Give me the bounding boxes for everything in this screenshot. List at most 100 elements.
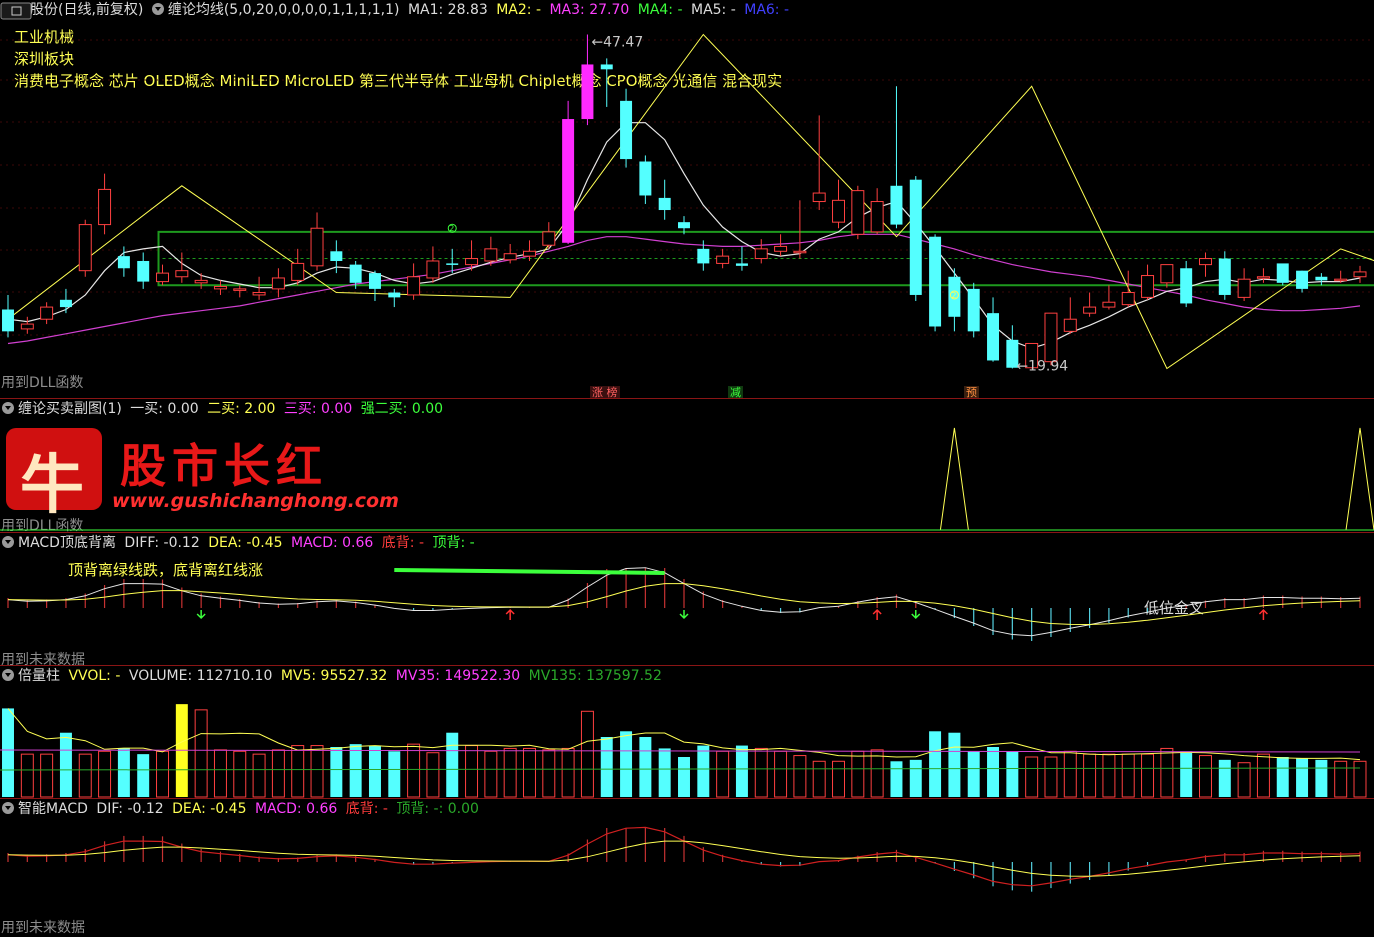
volume-bar xyxy=(156,750,170,798)
candle-body xyxy=(735,263,748,266)
volume-bar xyxy=(851,750,865,798)
candle-body xyxy=(117,256,130,269)
low-price-label: ←19.94 xyxy=(1016,358,1068,374)
candle-body xyxy=(20,323,34,330)
candle-body xyxy=(407,276,421,296)
candle-body xyxy=(1121,292,1135,306)
candle-body xyxy=(175,270,189,278)
signal-arrow-icon xyxy=(505,608,515,620)
volume-bar xyxy=(542,749,556,798)
volume-bar xyxy=(330,747,343,797)
candle-body xyxy=(1315,276,1328,281)
volume-bar xyxy=(1006,751,1019,797)
signal-arrow-icon xyxy=(679,610,689,620)
volume-bar xyxy=(522,747,536,798)
volume-bar xyxy=(40,753,54,798)
candle-body xyxy=(620,100,633,160)
candle-body xyxy=(233,288,247,291)
signal-arrow-icon xyxy=(196,610,206,620)
candle-body xyxy=(522,250,536,257)
candle-body xyxy=(542,231,556,246)
candle-body xyxy=(929,236,942,327)
volume-bar xyxy=(929,731,942,797)
candle-body xyxy=(330,251,343,261)
signal-arrow-icon xyxy=(1258,608,1268,620)
volume-bar xyxy=(1198,755,1212,798)
candle-body xyxy=(2,309,14,332)
volume-bar xyxy=(465,745,479,798)
pivot-marker-text: 2 xyxy=(951,291,956,300)
candle-body xyxy=(426,260,440,279)
candle-body xyxy=(349,264,362,283)
top-divergence-line xyxy=(394,568,665,575)
candle-body xyxy=(40,306,54,320)
volume-bar xyxy=(890,761,903,797)
volume-bar xyxy=(832,760,846,798)
volume-bar xyxy=(1160,747,1174,798)
candle-body xyxy=(697,248,710,264)
volume-bar xyxy=(620,731,633,797)
volume-bar xyxy=(561,747,575,798)
candle-body xyxy=(1237,278,1251,298)
candle-body xyxy=(1353,271,1367,278)
volume-bar xyxy=(967,751,980,797)
candle-body xyxy=(851,190,865,235)
candle-body xyxy=(1044,312,1058,363)
chart-canvas[interactable]: ←47.47←19.94222 xyxy=(0,0,1374,937)
candle-body xyxy=(291,262,305,281)
volume-bar xyxy=(987,747,1000,797)
candle-body xyxy=(368,273,381,289)
chanlun-stroke-line xyxy=(7,33,1374,370)
candle-body xyxy=(446,263,459,265)
volume-bar xyxy=(291,745,305,798)
volume-bar xyxy=(754,747,768,798)
candle-body xyxy=(1296,270,1309,289)
volume-bar xyxy=(1276,757,1289,797)
candle-body xyxy=(909,179,922,295)
volume-bar xyxy=(349,744,362,797)
volume-bar xyxy=(793,755,807,798)
candle-body xyxy=(1102,301,1116,308)
candle-body xyxy=(98,188,112,226)
candle-body xyxy=(967,288,980,332)
volume-bar xyxy=(678,757,690,797)
volume-bar xyxy=(194,709,208,798)
candle-body xyxy=(754,248,768,260)
volume-bar xyxy=(948,732,961,797)
candle-body xyxy=(78,224,92,272)
candle-body xyxy=(1198,258,1212,266)
volume-bar xyxy=(59,732,72,797)
volume-bar xyxy=(368,745,381,797)
volume-bar xyxy=(1334,760,1348,798)
volume-bar xyxy=(446,732,459,797)
volume-bar xyxy=(658,748,671,797)
volume-bar xyxy=(870,749,884,798)
ma5-line xyxy=(7,122,1361,349)
buy-signal-spike xyxy=(939,427,969,531)
volume-bar xyxy=(310,745,324,798)
volume-bar xyxy=(78,753,92,798)
volume-bar xyxy=(600,737,613,797)
candle-body xyxy=(1334,278,1348,282)
candle-body xyxy=(600,64,613,70)
volume-bar xyxy=(1083,753,1097,798)
candle-body xyxy=(832,199,846,223)
candle-body xyxy=(1160,264,1174,284)
candle-body xyxy=(465,258,479,266)
signal-arrow-icon xyxy=(911,610,921,620)
pivot-marker-text: 2 xyxy=(449,224,454,233)
volume-bar xyxy=(812,760,826,798)
candle-body xyxy=(812,192,826,203)
buy-signal-spike xyxy=(1345,427,1374,531)
candle-body xyxy=(137,260,150,282)
volume-bar xyxy=(2,708,14,797)
volume-bar xyxy=(388,751,401,797)
candle-body xyxy=(562,119,575,243)
candle-body xyxy=(870,201,884,233)
volume-bar xyxy=(716,750,730,798)
candle-body xyxy=(1218,258,1231,295)
volume-bar xyxy=(117,748,130,797)
volume-bar xyxy=(909,759,922,797)
candle-body xyxy=(716,255,730,264)
volume-bar xyxy=(1256,753,1270,798)
